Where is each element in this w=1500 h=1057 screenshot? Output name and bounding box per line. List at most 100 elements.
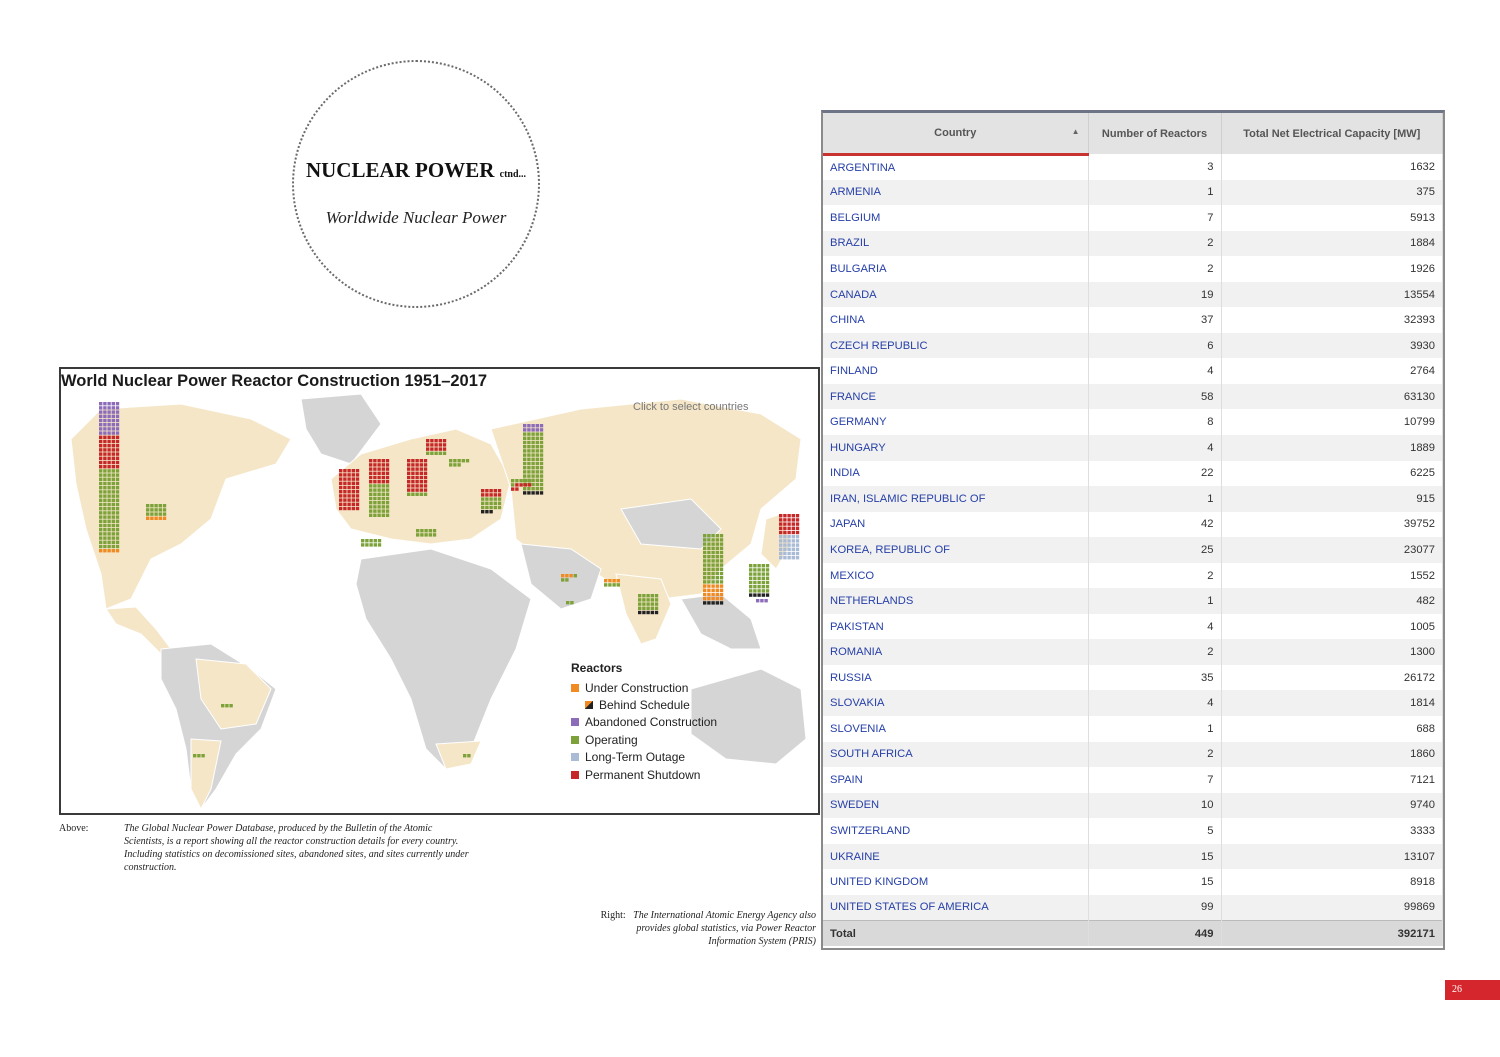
- total-reactors: 449: [1088, 919, 1222, 947]
- reactor-marker: [791, 535, 795, 539]
- reactor-marker: [411, 480, 415, 484]
- reactor-marker: [783, 543, 787, 547]
- country-link[interactable]: KOREA, REPUBLIC OF: [823, 537, 1089, 563]
- reactor-count: 2: [1088, 639, 1222, 665]
- net-capacity: 23077: [1221, 537, 1443, 563]
- country-link[interactable]: CANADA: [823, 281, 1089, 308]
- country-link[interactable]: ROMANIA: [823, 639, 1089, 665]
- table-row: SLOVENIA 1 688: [823, 716, 1443, 742]
- column-header-country-label: Country: [934, 126, 977, 139]
- reactor-marker: [527, 487, 531, 491]
- reactor-marker: [381, 496, 385, 501]
- reactor-marker: [515, 479, 519, 483]
- reactor-marker: [377, 505, 381, 509]
- country-link[interactable]: SLOVAKIA: [823, 690, 1089, 717]
- reactor-marker: [795, 522, 800, 526]
- country-link[interactable]: UNITED STATES OF AMERICA: [823, 894, 1089, 921]
- reactor-marker: [707, 538, 711, 542]
- reactor-marker: [339, 473, 343, 477]
- country-link[interactable]: NETHERLANDS: [823, 588, 1089, 614]
- reactor-marker: [411, 484, 415, 488]
- country-link[interactable]: BULGARIA: [823, 256, 1089, 282]
- reactor-marker: [531, 491, 535, 495]
- reactor-marker: [343, 469, 347, 473]
- country-link[interactable]: BELGIUM: [823, 205, 1089, 231]
- reactor-marker: [715, 542, 719, 546]
- country-link[interactable]: SWITZERLAND: [823, 818, 1089, 844]
- reactor-marker: [146, 508, 150, 512]
- reactor-marker: [373, 467, 377, 471]
- reactor-marker: [719, 601, 724, 605]
- reactor-marker: [438, 443, 442, 447]
- net-capacity: 1860: [1221, 741, 1443, 768]
- country-link[interactable]: SPAIN: [823, 767, 1089, 793]
- country-link[interactable]: IRAN, ISLAMIC REPUBLIC OF: [823, 486, 1089, 512]
- reactor-marker: [787, 514, 791, 518]
- reactor-marker: [757, 589, 761, 593]
- country-link[interactable]: CHINA: [823, 307, 1089, 333]
- country-link[interactable]: UKRAINE: [823, 843, 1089, 870]
- reactor-marker: [430, 451, 434, 455]
- reactor-marker: [523, 466, 527, 470]
- country-link[interactable]: MEXICO: [823, 562, 1089, 589]
- country-link[interactable]: ARMENIA: [823, 179, 1089, 206]
- reactor-marker: [107, 465, 111, 469]
- reactor-marker: [719, 584, 724, 588]
- reactor-marker: [703, 559, 707, 563]
- reactor-marker: [703, 571, 707, 576]
- reactor-marker: [99, 498, 103, 502]
- country-link[interactable]: JAPAN: [823, 511, 1089, 538]
- reactor-marker: [381, 492, 385, 496]
- country-link[interactable]: FINLAND: [823, 358, 1089, 384]
- column-header-reactors[interactable]: Number of Reactors: [1088, 113, 1222, 154]
- country-link[interactable]: SOUTH AFRICA: [823, 741, 1089, 768]
- reactor-marker: [707, 601, 711, 605]
- reactor-marker: [783, 547, 787, 551]
- reactor-marker: [407, 463, 411, 467]
- country-link[interactable]: BRAZIL: [823, 230, 1089, 257]
- country-link[interactable]: HUNGARY: [823, 435, 1089, 461]
- reactor-marker: [493, 505, 497, 510]
- reactor-marker: [407, 459, 411, 463]
- reactor-marker: [99, 490, 103, 494]
- column-header-country[interactable]: Country ▲: [823, 113, 1089, 156]
- country-link[interactable]: UNITED KINGDOM: [823, 869, 1089, 895]
- country-link[interactable]: ARGENTINA: [823, 154, 1089, 180]
- sort-ascending-icon[interactable]: ▲: [1072, 127, 1080, 136]
- reactor-marker: [111, 473, 115, 477]
- reactor-marker: [638, 594, 642, 598]
- reactor-marker: [783, 518, 787, 522]
- reactor-marker: [707, 542, 711, 546]
- country-link[interactable]: GERMANY: [823, 409, 1089, 436]
- reactor-marker: [719, 576, 724, 580]
- country-link[interactable]: FRANCE: [823, 383, 1089, 410]
- pris-table: Country ▲ Number of Reactors Total Net El…: [821, 110, 1445, 950]
- country-link[interactable]: SWEDEN: [823, 792, 1089, 819]
- reactor-marker: [419, 488, 423, 492]
- country-link[interactable]: SLOVENIA: [823, 716, 1089, 742]
- reactor-marker: [511, 487, 515, 491]
- land-central-america[interactable]: [105, 606, 172, 655]
- column-header-capacity[interactable]: Total Net Electrical Capacity [MW]: [1221, 113, 1443, 154]
- reactor-marker: [385, 484, 390, 488]
- reactor-marker: [111, 477, 115, 481]
- reactor-marker: [373, 496, 377, 501]
- reactor-marker: [415, 475, 419, 480]
- reactor-marker: [457, 459, 461, 463]
- country-link[interactable]: INDIA: [823, 460, 1089, 487]
- reactor-marker: [654, 594, 659, 598]
- reactor-marker: [703, 550, 707, 555]
- country-link[interactable]: CZECH REPUBLIC: [823, 332, 1089, 359]
- reactor-count: 2: [1088, 256, 1222, 282]
- table-row: KOREA, REPUBLIC OF 25 23077: [823, 537, 1443, 563]
- reactor-marker: [369, 488, 373, 492]
- country-link[interactable]: PAKISTAN: [823, 613, 1089, 640]
- reactor-marker: [573, 574, 577, 578]
- net-capacity: 1884: [1221, 230, 1443, 257]
- country-link[interactable]: RUSSIA: [823, 664, 1089, 691]
- land-africa[interactable]: [355, 548, 532, 770]
- reactor-marker: [111, 536, 115, 540]
- reactor-marker: [103, 515, 107, 519]
- reactor-marker: [115, 481, 120, 486]
- reactor-marker: [111, 452, 115, 456]
